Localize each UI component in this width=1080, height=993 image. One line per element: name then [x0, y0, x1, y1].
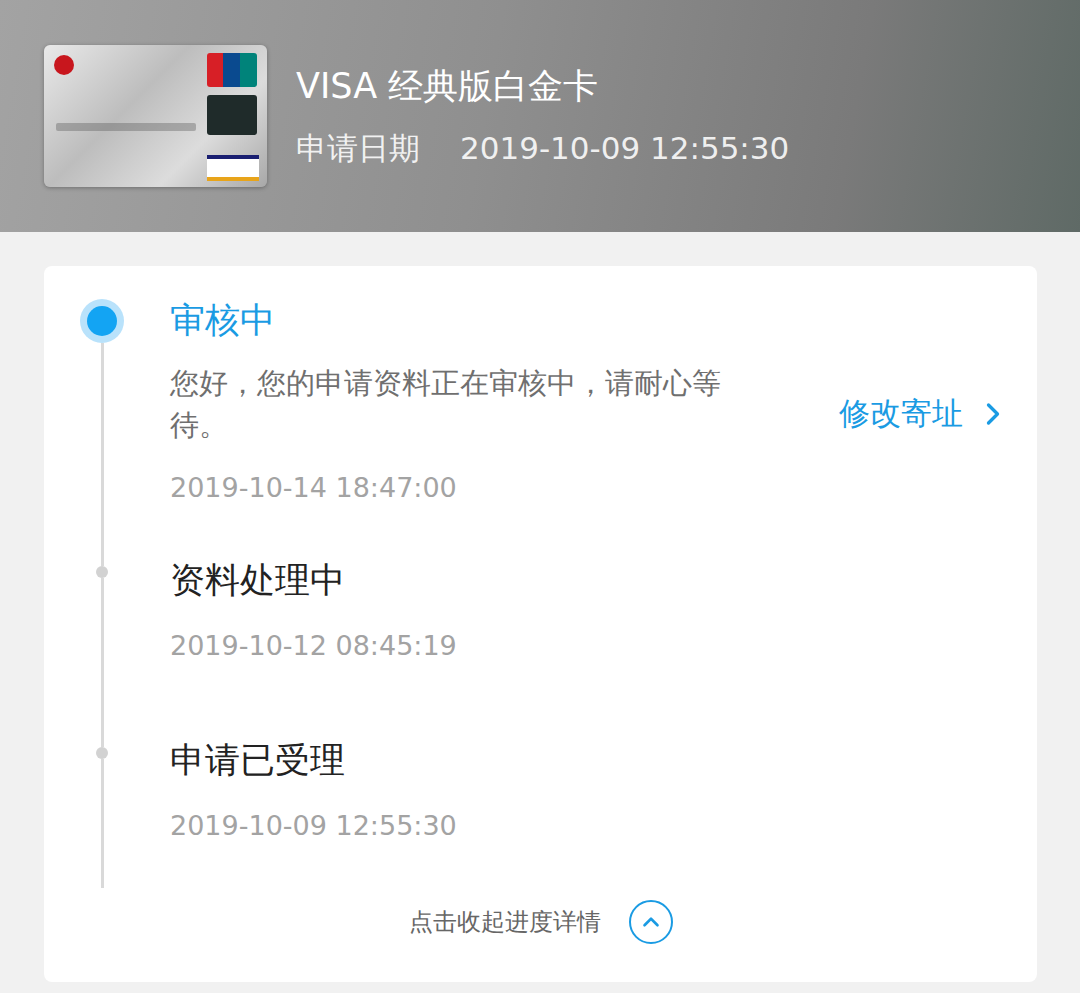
- timeline-rail: [44, 556, 160, 736]
- apply-date: 申请日期 2019-10-09 12:55:30: [296, 127, 789, 169]
- collapse-circle: [629, 900, 673, 944]
- card-info: VISA 经典版白金卡申请日期 2019-10-09 12:55:30: [296, 63, 789, 169]
- step-content: 审核中您好，您的申请资料正在审核中，请耐心等待。 2019-10-14 18:47…: [160, 266, 1037, 556]
- step-content: 申请已受理 2019-10-09 12:55:30: [160, 736, 1037, 888]
- unionpay-logo-icon: [207, 53, 257, 87]
- step-description: 您好，您的申请资料正在审核中，请耐心等待。: [170, 362, 745, 446]
- timeline-line: [101, 556, 104, 566]
- progress-card: 审核中您好，您的申请资料正在审核中，请耐心等待。 2019-10-14 18:47…: [44, 266, 1037, 982]
- timeline-dot: [87, 306, 117, 336]
- apply-date-label: 申请日期: [296, 127, 420, 169]
- timeline-line: [101, 266, 104, 299]
- step-text: 申请已受理 2019-10-09 12:55:30: [170, 736, 1011, 846]
- step-title: 资料处理中: [170, 556, 1011, 604]
- step-content: 资料处理中 2019-10-12 08:45:19: [160, 556, 1037, 736]
- timeline-dot: [96, 747, 108, 759]
- progress-page: VISA 经典版白金卡申请日期 2019-10-09 12:55:30 审核中您好，…: [0, 0, 1080, 993]
- timeline-line: [101, 736, 104, 747]
- chevron-up-icon: [638, 909, 664, 935]
- apply-date-value: 2019-10-09 12:55:30: [460, 127, 789, 169]
- card-title: VISA 经典版白金卡: [296, 63, 789, 109]
- bank-logo-icon: [54, 55, 74, 75]
- step-time: 2019-10-12 08:45:19: [170, 626, 1011, 666]
- progress-step: 资料处理中 2019-10-12 08:45:19: [44, 556, 1037, 736]
- chevron-right-icon: [975, 396, 1011, 432]
- step-time: 2019-10-09 12:55:30: [170, 806, 1011, 846]
- card-header: VISA 经典版白金卡申请日期 2019-10-09 12:55:30: [0, 0, 1080, 232]
- content: 审核中您好，您的申请资料正在审核中，请耐心等待。 2019-10-14 18:47…: [0, 232, 1080, 982]
- timeline-line: [101, 759, 104, 888]
- timeline-line: [101, 343, 104, 556]
- progress-step: 审核中您好，您的申请资料正在审核中，请耐心等待。 2019-10-14 18:47…: [44, 266, 1037, 556]
- visa-logo-icon: [207, 155, 259, 181]
- timeline-rail: [44, 266, 160, 556]
- card-number-mark: [56, 123, 196, 131]
- step-time: 2019-10-14 18:47:00: [170, 468, 839, 508]
- step-title: 审核中: [170, 296, 839, 344]
- timeline-dot: [96, 566, 108, 578]
- step-text: 审核中您好，您的申请资料正在审核中，请耐心等待。 2019-10-14 18:47…: [170, 296, 839, 508]
- timeline-rail: [44, 736, 160, 888]
- change-address-button[interactable]: 修改寄址: [839, 369, 1011, 435]
- step-title: 申请已受理: [170, 736, 1011, 784]
- hologram-icon: [207, 95, 257, 135]
- collapse-label: 点击收起进度详情: [409, 906, 601, 938]
- collapse-details-button[interactable]: 点击收起进度详情: [44, 892, 1037, 952]
- change-address-label: 修改寄址: [839, 393, 963, 435]
- timeline-line: [101, 578, 104, 736]
- progress-step: 申请已受理 2019-10-09 12:55:30: [44, 736, 1037, 888]
- step-text: 资料处理中 2019-10-12 08:45:19: [170, 556, 1011, 666]
- card-image: [44, 45, 267, 187]
